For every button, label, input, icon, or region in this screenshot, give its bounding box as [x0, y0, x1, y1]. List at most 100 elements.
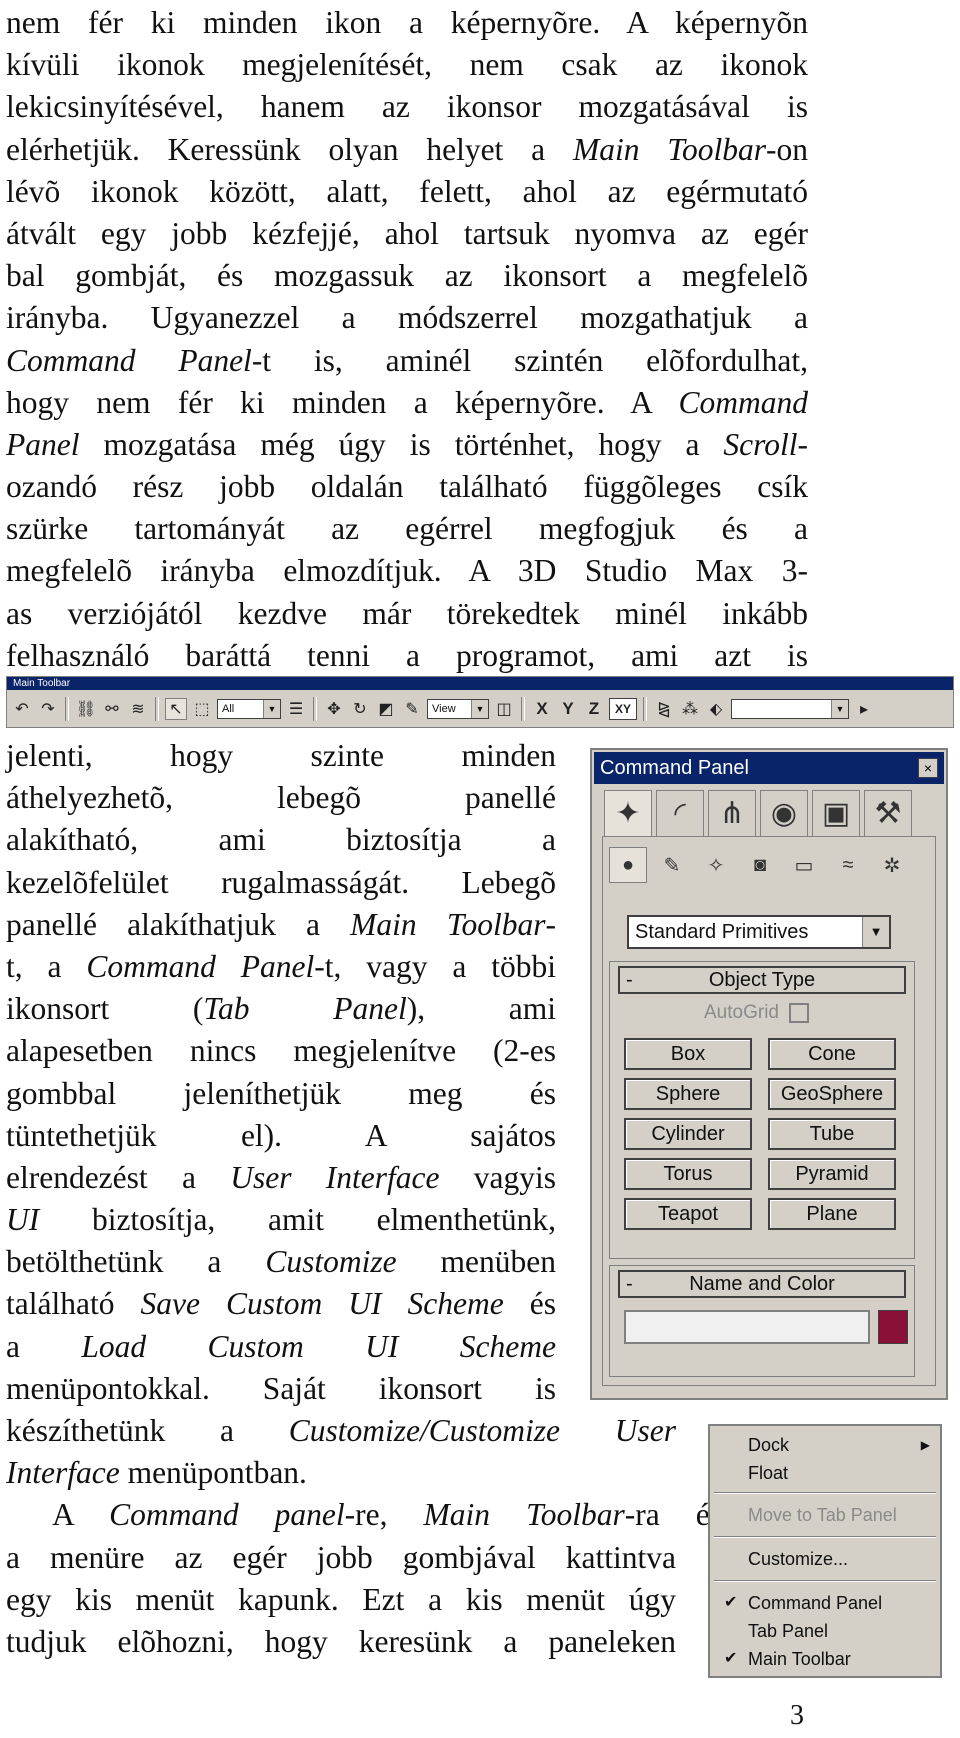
selection-filter-value: All: [222, 703, 235, 715]
redo-icon[interactable]: ↷: [37, 698, 59, 720]
autogrid-checkbox[interactable]: [788, 1003, 809, 1023]
command-panel-tabs: ✦ ◜ ⋔ ◉ ▣ ⚒: [604, 790, 912, 836]
menu-item-move-label: Move to Tab Panel: [748, 1505, 897, 1525]
restrict-y-button[interactable]: Y: [557, 698, 579, 720]
selection-region-icon[interactable]: ⬚: [191, 698, 213, 720]
object-type-rollout-header[interactable]: - Object Type: [618, 966, 906, 994]
unlink-icon[interactable]: ⚯: [101, 698, 123, 720]
menu-item-float[interactable]: Float: [710, 1460, 940, 1486]
italic-term: Save Custom UI Scheme: [140, 1286, 504, 1322]
menu-item-main-toolbar[interactable]: ✔ Main Toolbar: [710, 1646, 940, 1672]
command-panel-title: Command Panel ×: [594, 752, 944, 784]
undo-icon[interactable]: ↶: [11, 698, 33, 720]
geometry-icon[interactable]: ●: [609, 847, 647, 883]
utilities-tab-icon[interactable]: ⚒: [864, 790, 912, 836]
rotate-icon[interactable]: ↻: [349, 698, 371, 720]
hierarchy-tab-icon[interactable]: ⋔: [708, 790, 756, 836]
modify-tab-icon[interactable]: ◜: [656, 790, 704, 836]
menu-item-float-label: Float: [748, 1463, 789, 1483]
reference-coordinate-value: View: [432, 703, 456, 715]
helpers-icon[interactable]: ▭: [785, 847, 823, 883]
menu-item-move-to-tab-panel: Move to Tab Panel: [710, 1502, 940, 1528]
array-icon[interactable]: ⁂: [679, 698, 701, 720]
motion-tab-icon[interactable]: ◉: [760, 790, 808, 836]
create-torus-button[interactable]: Torus: [624, 1158, 752, 1190]
text-segment: t, a: [6, 948, 87, 984]
create-teapot-button[interactable]: Teapot: [624, 1198, 752, 1230]
select-object-icon[interactable]: ↖: [165, 698, 187, 720]
text-segment: hogy nem fér ki minden a képernyõre. A: [6, 384, 679, 420]
text-line: nem fér ki minden ikon a képernyõre. A k…: [6, 5, 808, 40]
display-tab-icon[interactable]: ▣: [812, 790, 860, 836]
italic-term: Main Toolbar: [350, 906, 546, 942]
text-line: a Load Custom UI Scheme: [6, 1326, 556, 1368]
check-icon: ✔: [724, 1594, 738, 1611]
move-icon[interactable]: ✥: [323, 698, 345, 720]
close-icon[interactable]: ×: [918, 758, 938, 778]
text-line: Command Panel-t is, aminél szintén elõfo…: [6, 340, 808, 382]
menu-separator: [714, 1536, 936, 1538]
name-and-color-rollout-header[interactable]: - Name and Color: [618, 1270, 906, 1298]
object-name-field[interactable]: [624, 1310, 870, 1344]
pivot-center-icon[interactable]: ◫: [493, 698, 515, 720]
space-warps-icon[interactable]: ≈: [829, 847, 867, 883]
text-line: Panel mozgatása még úgy is történhet, ho…: [6, 424, 808, 466]
autogrid-option[interactable]: AutoGrid: [704, 1002, 809, 1024]
mirror-icon[interactable]: ⧎: [653, 698, 675, 720]
create-tube-button[interactable]: Tube: [768, 1118, 896, 1150]
menu-item-command-panel[interactable]: ✔ Command Panel: [710, 1590, 940, 1616]
text-segment: panellé alakíthatjuk a: [6, 906, 351, 942]
text-segment: A: [52, 1497, 110, 1533]
align-icon[interactable]: ⬖: [705, 698, 727, 720]
create-sphere-button[interactable]: Sphere: [624, 1078, 752, 1110]
italic-term: Customize/Customize User: [288, 1413, 676, 1448]
name-and-color-label: Name and Color: [689, 1273, 835, 1295]
lights-icon[interactable]: ✧: [697, 847, 735, 883]
selection-filter-dropdown[interactable]: All ▼: [217, 699, 281, 719]
text-line: elérhetjük. Keressünk olyan helyet a Mai…: [6, 129, 808, 171]
category-dropdown[interactable]: Standard Primitives ▼: [627, 915, 891, 949]
text-line: szürke tartományát az egérrel megfogjuk …: [6, 511, 808, 547]
text-line: található Save Custom UI Scheme és: [6, 1283, 556, 1325]
text-segment: menüpontban.: [119, 1455, 307, 1491]
create-tab-icon[interactable]: ✦: [604, 790, 652, 836]
bind-space-warp-icon[interactable]: ≋: [127, 698, 149, 720]
text-segment: -t, vagy a többi: [314, 948, 557, 984]
object-color-swatch[interactable]: [878, 1310, 908, 1344]
text-segment: és: [503, 1286, 556, 1322]
named-selection-dropdown[interactable]: ▼: [731, 699, 849, 719]
reference-coordinate-dropdown[interactable]: View ▼: [427, 699, 489, 719]
text-line: as verziójától kezdve már törekedtek min…: [6, 595, 808, 631]
create-geosphere-button[interactable]: GeoSphere: [768, 1078, 896, 1110]
manipulate-icon[interactable]: ✎: [401, 698, 423, 720]
check-icon: ✔: [724, 1650, 738, 1667]
select-and-link-icon[interactable]: ⛓: [75, 698, 97, 720]
shapes-icon[interactable]: ✎: [653, 847, 691, 883]
menu-item-dock[interactable]: Dock ▶: [710, 1432, 940, 1458]
text-line: a menüre az egér jobb gombjával kattintv…: [6, 1539, 676, 1575]
scale-icon[interactable]: ◩: [375, 698, 397, 720]
text-segment: -t is, aminél szintén elõfordulhat,: [251, 342, 809, 378]
text-line: ikonsort (Tab Panel), ami: [6, 988, 556, 1030]
toolbar-separator: [155, 697, 159, 721]
italic-term: Scroll: [723, 426, 798, 462]
menu-item-tab-panel[interactable]: Tab Panel: [710, 1618, 940, 1644]
toolbar-scroll-icon[interactable]: ▸: [853, 698, 875, 720]
create-cone-button[interactable]: Cone: [768, 1038, 896, 1070]
category-value: Standard Primitives: [635, 921, 809, 943]
create-pyramid-button[interactable]: Pyramid: [768, 1158, 896, 1190]
text-segment: készíthetünk a: [6, 1413, 289, 1448]
create-subcategory-row: ● ✎ ✧ ◙ ▭ ≈ ✲: [609, 847, 911, 883]
systems-icon[interactable]: ✲: [873, 847, 911, 883]
cameras-icon[interactable]: ◙: [741, 847, 779, 883]
create-plane-button[interactable]: Plane: [768, 1198, 896, 1230]
restrict-x-button[interactable]: X: [531, 698, 553, 720]
text-segment: -re,: [344, 1497, 424, 1533]
select-by-name-icon[interactable]: ☰: [285, 698, 307, 720]
create-cylinder-button[interactable]: Cylinder: [624, 1118, 752, 1150]
create-box-button[interactable]: Box: [624, 1038, 752, 1070]
menu-item-command-panel-label: Command Panel: [748, 1593, 883, 1613]
restrict-z-button[interactable]: Z: [583, 698, 605, 720]
menu-item-customize[interactable]: Customize...: [710, 1546, 940, 1572]
restrict-xy-button[interactable]: XY: [609, 698, 637, 720]
